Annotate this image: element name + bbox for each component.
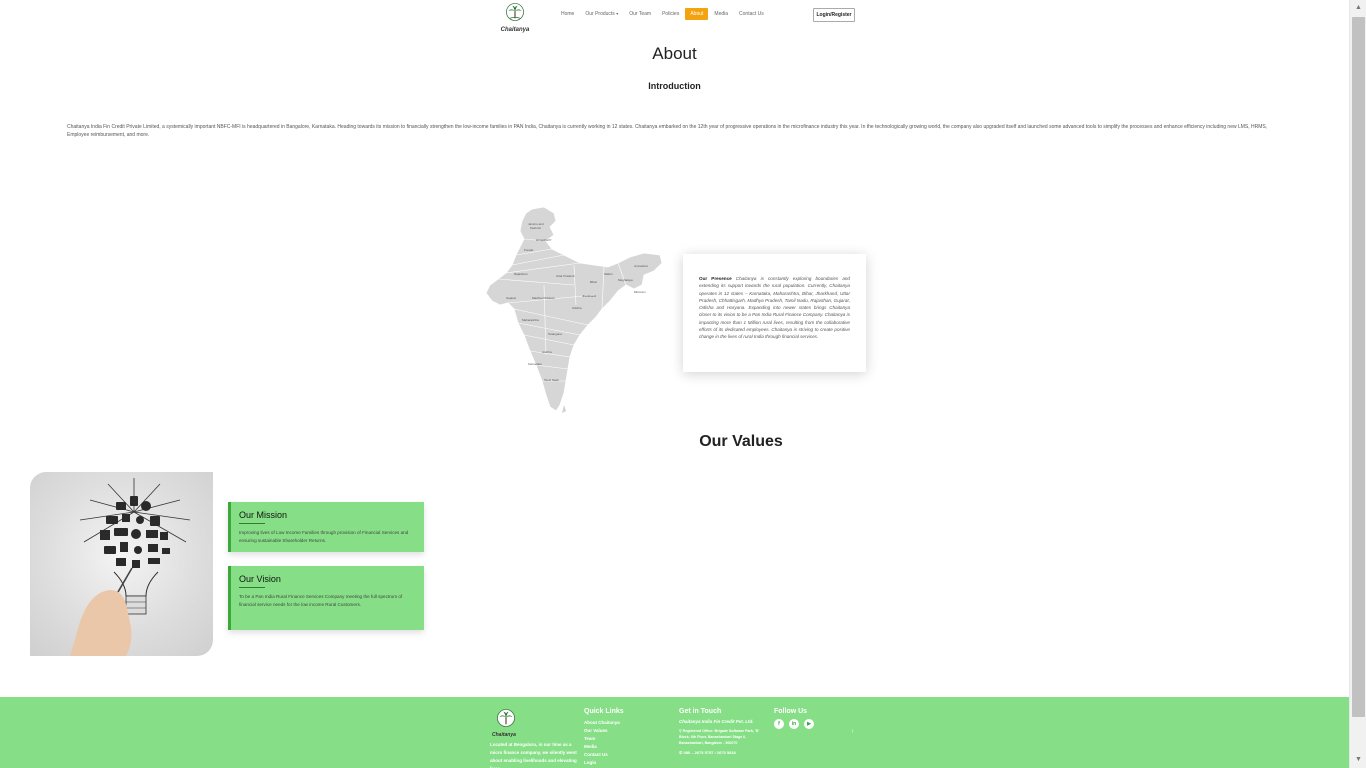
- nav-policies[interactable]: Policies: [657, 8, 684, 20]
- svg-text:Rajasthan: Rajasthan: [514, 272, 528, 276]
- footer-link-login[interactable]: Login: [584, 759, 624, 767]
- footer-about-text: Located at Bengaluru, in our time as a m…: [490, 742, 577, 768]
- svg-text:Gujarat: Gujarat: [506, 296, 516, 300]
- svg-text:Odisha: Odisha: [572, 306, 582, 310]
- linkedin-icon[interactable]: in: [789, 719, 799, 729]
- scrollbar-thumb[interactable]: [1352, 17, 1365, 717]
- nav-home[interactable]: Home: [556, 8, 579, 20]
- svg-text:Mizoram: Mizoram: [634, 290, 646, 294]
- main-nav: Home Our Products ▾ Our Team Policies Ab…: [556, 8, 770, 20]
- svg-text:Jharkhand: Jharkhand: [582, 294, 596, 298]
- nav-our-team[interactable]: Our Team: [624, 8, 656, 20]
- logo-text: Chaitanya: [500, 27, 530, 33]
- svg-text:Maharashtra: Maharashtra: [522, 318, 539, 322]
- nav-our-products-label: Our Products: [585, 11, 615, 17]
- page-title: About: [652, 44, 697, 63]
- follow-us-title: Follow Us: [774, 708, 808, 715]
- nav-media[interactable]: Media: [709, 8, 733, 20]
- footer-phone[interactable]: ✆ 080 – 2675 5757 / 2675 5818: [679, 750, 769, 755]
- back-to-top-icon[interactable]: ↑: [851, 729, 854, 735]
- social-links: f in ▶: [774, 719, 814, 729]
- svg-text:Meghalaya: Meghalaya: [618, 278, 633, 282]
- vision-underline: [239, 587, 265, 588]
- footer-link-media[interactable]: Media: [584, 743, 624, 751]
- footer-link-our-values[interactable]: Our Values: [584, 727, 624, 735]
- svg-text:Sikkim: Sikkim: [604, 272, 613, 276]
- svg-text:Punjab: Punjab: [524, 248, 534, 252]
- lightbulb-idea-image: [30, 472, 213, 656]
- svg-text:Uttar Pradesh: Uttar Pradesh: [556, 274, 575, 278]
- svg-text:Karnataka: Karnataka: [528, 362, 542, 366]
- presence-paragraph: Our Presence Chaitanya is constantly exp…: [699, 275, 850, 341]
- footer-follow-us: Follow Us f in ▶: [774, 708, 814, 729]
- footer-logo-text: Chaitanya: [492, 732, 516, 738]
- footer-link-about-chaitanya[interactable]: About Chaitanya: [584, 719, 624, 727]
- vision-text: To be a Pan India Rural Finance Services…: [239, 594, 403, 607]
- svg-text:Bihar: Bihar: [590, 280, 597, 284]
- footer-quick-links: Quick Links About Chaitanya Our Values T…: [584, 708, 624, 767]
- facebook-icon[interactable]: f: [774, 719, 784, 729]
- footer-get-in-touch: Get in Touch Chaitanya India Fin Credit …: [679, 708, 769, 755]
- presence-card: Our Presence Chaitanya is constantly exp…: [683, 254, 866, 372]
- mission-card: Our Mission Improving lives of Low Incom…: [228, 502, 424, 552]
- scroll-down-arrow-icon[interactable]: ▼: [1350, 752, 1366, 768]
- youtube-icon[interactable]: ▶: [804, 719, 814, 729]
- footer-address: ⚲ Registered Office: Brigade Software Pa…: [679, 728, 769, 746]
- site-header: Chaitanya Home Our Products ▾ Our Team P…: [0, 0, 1349, 33]
- presence-heading: Our Presence: [699, 276, 732, 281]
- site-footer: Chaitanya Located at Bengaluru, in our t…: [0, 697, 1349, 768]
- mission-title: Our Mission: [239, 510, 288, 520]
- values-title: Our Values: [699, 433, 783, 450]
- mission-text: Improving lives of Low Income Families t…: [239, 530, 409, 543]
- svg-text:Kashmir: Kashmir: [530, 226, 541, 230]
- footer-about: Chaitanya Located at Bengaluru, in our t…: [490, 709, 580, 768]
- svg-text:Andhra: Andhra: [542, 350, 552, 354]
- svg-text:Himachal P: Himachal P: [536, 238, 551, 242]
- palm-tree-logo-icon: [506, 3, 524, 21]
- nav-our-products[interactable]: Our Products ▾: [580, 8, 623, 20]
- palm-tree-logo-icon: [497, 709, 515, 727]
- intro-text: Chaitanya India Fin Credit Private Limit…: [67, 124, 1268, 138]
- login-register-button[interactable]: Login/Register: [813, 8, 855, 22]
- scroll-up-arrow-icon[interactable]: ▲: [1350, 0, 1366, 16]
- nav-contact-us[interactable]: Contact Us: [734, 8, 769, 20]
- footer-address-text: Registered Office: Brigade Software Park…: [679, 729, 760, 745]
- footer-link-team[interactable]: Team: [584, 735, 624, 743]
- mission-underline: [239, 523, 265, 524]
- svg-text:Telangana: Telangana: [548, 332, 562, 336]
- vision-title: Our Vision: [239, 574, 281, 584]
- svg-text:Tamil Nadu: Tamil Nadu: [544, 378, 559, 382]
- footer-company-name: Chaitanya India Fin Credit Pvt. Ltd.: [679, 719, 754, 724]
- page: Chaitanya Home Our Products ▾ Our Team P…: [0, 0, 1366, 768]
- svg-text:Arunachal: Arunachal: [634, 264, 648, 268]
- quick-links-title: Quick Links: [584, 708, 624, 715]
- vision-card: Our Vision To be a Pan India Rural Finan…: [228, 566, 424, 630]
- lightbulb-hand-illustration: [70, 478, 191, 656]
- header-logo[interactable]: Chaitanya: [498, 3, 532, 33]
- get-in-touch-title: Get in Touch: [679, 708, 722, 715]
- chevron-down-icon: ▾: [616, 11, 619, 16]
- svg-text:Madhya Pradesh: Madhya Pradesh: [532, 296, 555, 300]
- phone-icon: ✆: [679, 750, 683, 755]
- intro-heading: Introduction: [648, 81, 701, 91]
- presence-text: Chaitanya is constantly exploring bounda…: [699, 276, 850, 340]
- footer-link-contact-us[interactable]: Contact Us: [584, 751, 624, 759]
- page-scrollbar[interactable]: ▲ ▼: [1349, 0, 1366, 768]
- location-pin-icon: ⚲: [679, 729, 682, 733]
- nav-about[interactable]: About: [685, 8, 709, 20]
- india-map-image: Jammu and Kashmir Himachal P Punjab Raja…: [485, 206, 663, 413]
- footer-phone-text: 080 – 2675 5757 / 2675 5818: [683, 750, 736, 755]
